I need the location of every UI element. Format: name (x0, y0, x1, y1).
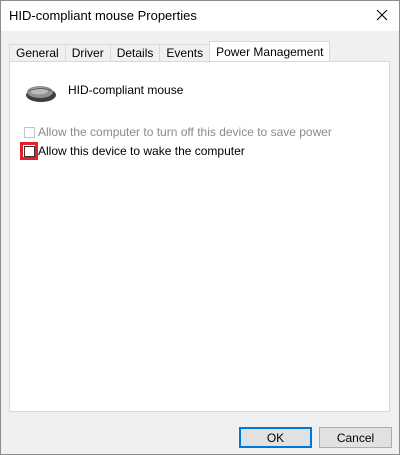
device-name: HID-compliant mouse (68, 83, 184, 97)
tab-events[interactable]: Events (159, 44, 211, 61)
cancel-button[interactable]: Cancel (319, 427, 392, 448)
cancel-label: Cancel (336, 430, 375, 445)
close-icon (376, 9, 388, 24)
tab-power-management[interactable]: Power Management (209, 41, 331, 61)
red-highlight-box (20, 141, 38, 160)
allow-turn-off-option: Allow the computer to turn off this devi… (24, 125, 332, 139)
dialog-body: General Driver Details Events Power Mana… (1, 31, 399, 454)
allow-wake-option[interactable]: Allow this device to wake the computer (20, 141, 245, 160)
tab-label: Power Management (216, 44, 324, 59)
tab-label: General (16, 46, 59, 60)
properties-dialog: HID-compliant mouse Properties General D… (0, 0, 400, 455)
ok-label: OK (266, 430, 285, 445)
allow-turn-off-checkbox (24, 126, 35, 138)
allow-turn-off-label: Allow the computer to turn off this devi… (38, 125, 332, 139)
allow-wake-checkbox-wrapper (20, 141, 38, 160)
tab-driver[interactable]: Driver (64, 44, 111, 61)
ok-button[interactable]: OK (239, 427, 312, 448)
tab-label: Driver (71, 46, 104, 60)
mouse-icon (24, 82, 58, 107)
power-management-panel: HID-compliant mouse Allow the computer t… (9, 61, 390, 412)
tab-label: Events (166, 46, 204, 60)
window-title: HID-compliant mouse Properties (9, 8, 197, 23)
title-bar: HID-compliant mouse Properties (1, 1, 399, 31)
tab-label: Details (116, 46, 154, 60)
tab-general[interactable]: General (9, 44, 66, 61)
tab-details[interactable]: Details (109, 44, 161, 61)
close-button[interactable] (365, 1, 399, 31)
allow-wake-label[interactable]: Allow this device to wake the computer (38, 144, 245, 158)
tab-strip: General Driver Details Events Power Mana… (9, 41, 331, 61)
